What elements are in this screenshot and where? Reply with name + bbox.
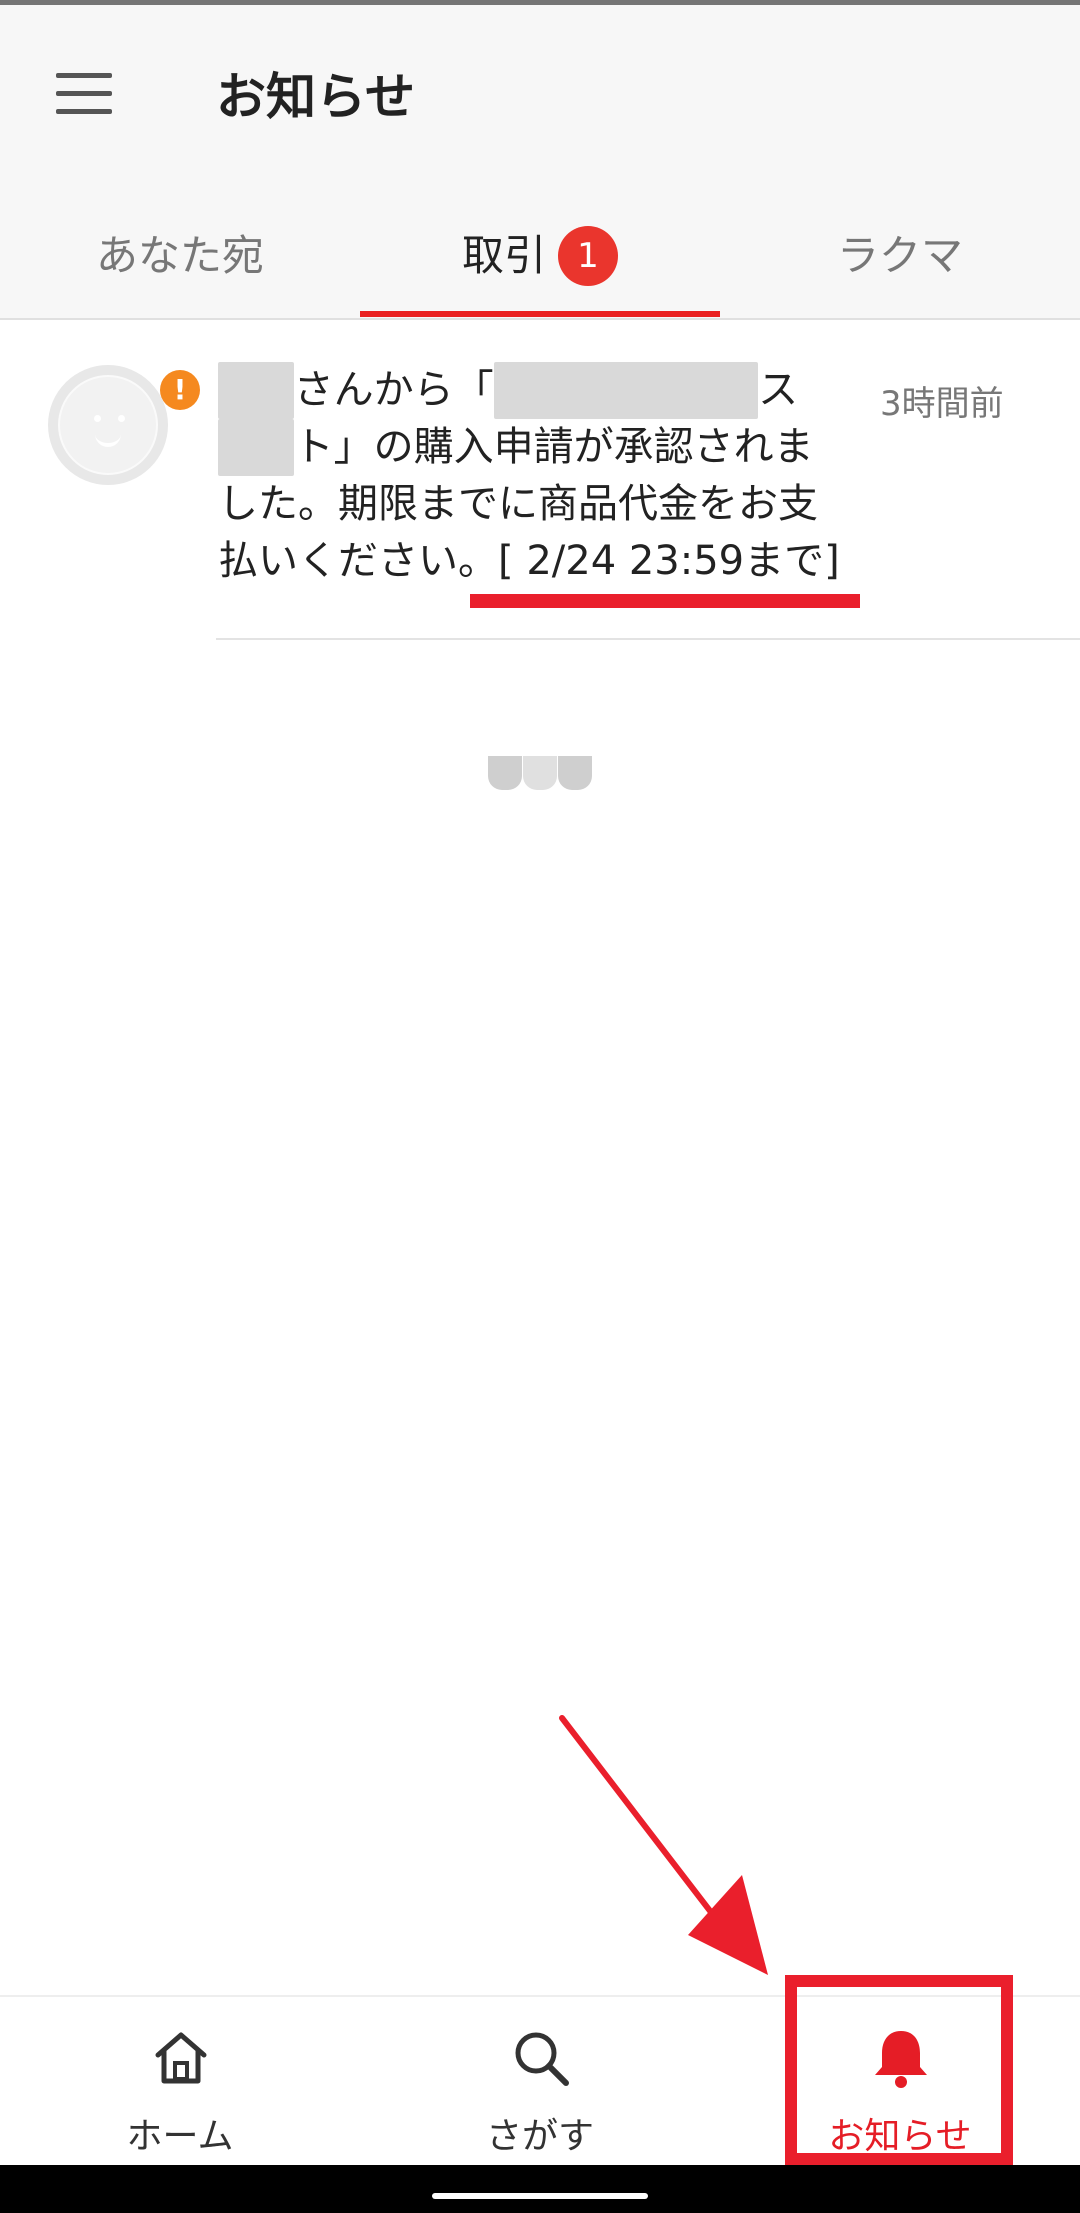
- notification-message[interactable]: ■■さんから「■■■■■■■ス ■■ト」の購入申請が承認されま した。期限までに…: [218, 362, 868, 590]
- redacted-username: ■■: [218, 362, 294, 419]
- loading-indicator: [488, 756, 592, 790]
- tab-for-you[interactable]: あなた宛: [0, 185, 360, 321]
- system-navigation-bar: [0, 2165, 1080, 2213]
- app-header: お知らせ あなた宛 取引 1 ラクマ: [0, 5, 1080, 320]
- message-text: ト」の購入申請が承認されま: [293, 424, 814, 470]
- page-title: お知らせ: [216, 68, 415, 126]
- active-tab-indicator: [360, 311, 720, 317]
- tab-badge: 1: [558, 225, 618, 286]
- divider: [216, 638, 1080, 640]
- nav-home[interactable]: ホーム: [0, 1997, 360, 2167]
- message-text: さんから「: [293, 367, 494, 413]
- highlight-box: [785, 1975, 1013, 2165]
- deadline-underline: [470, 594, 860, 608]
- home-gesture-pill[interactable]: [432, 2193, 648, 2199]
- tab-transactions[interactable]: 取引 1: [360, 185, 720, 321]
- redacted-item-name-cont: ■■: [218, 419, 294, 476]
- nav-search[interactable]: さがす: [360, 1997, 720, 2167]
- message-text: した。期限までに商品代金をお支: [218, 481, 818, 527]
- tab-transactions-label: 取引: [461, 231, 546, 280]
- pointer-arrow: [559, 1715, 768, 1975]
- deadline-text: [ 2/24 23:59まで]: [498, 538, 840, 584]
- avatar-face-icon: [58, 375, 158, 475]
- redacted-item-name: ■■■■■■■: [493, 362, 759, 419]
- menu-icon[interactable]: [56, 73, 112, 115]
- alert-icon: !: [160, 370, 200, 410]
- nav-search-label: さがす: [485, 2116, 594, 2157]
- search-icon: [515, 2032, 569, 2086]
- tab-for-you-label: あなた宛: [95, 231, 264, 280]
- timestamp: 3時間前: [880, 384, 1004, 424]
- tab-rakuma[interactable]: ラクマ: [720, 185, 1080, 321]
- avatar[interactable]: [48, 365, 168, 485]
- nav-home-label: ホーム: [126, 2116, 234, 2157]
- message-text: ス: [758, 367, 799, 413]
- message-text: 払いください。: [218, 538, 498, 584]
- home-icon: [155, 2032, 207, 2084]
- tab-rakuma-label: ラクマ: [836, 231, 963, 280]
